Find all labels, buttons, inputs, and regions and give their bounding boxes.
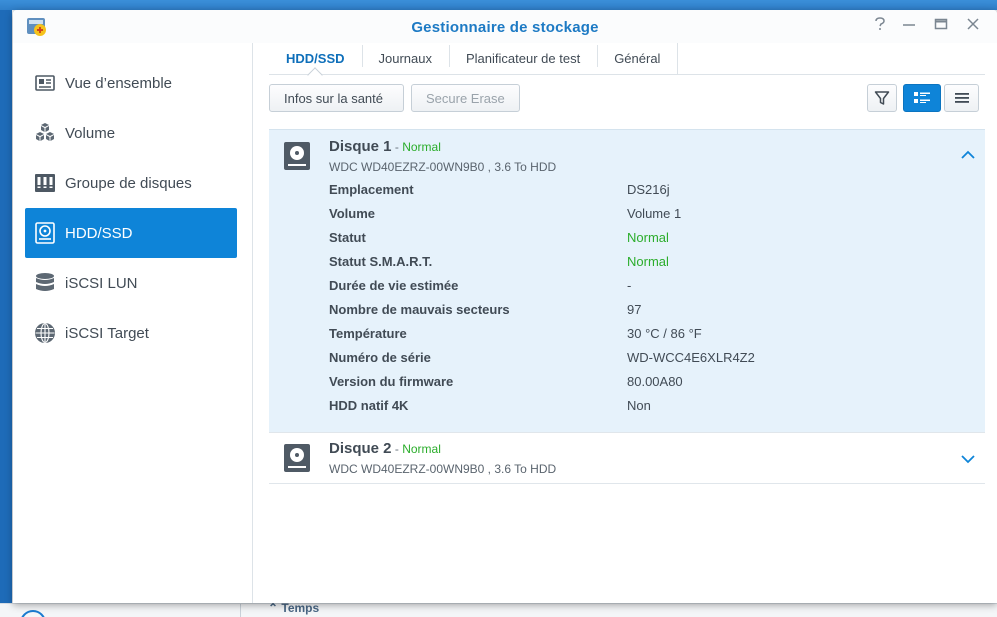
tab-test-scheduler[interactable]: Planificateur de test — [449, 43, 597, 74]
disk-1-name: Disque 1 - Normal — [329, 138, 441, 155]
health-info-button[interactable]: Infos sur la santé — [269, 84, 404, 112]
hdd-icon — [284, 142, 310, 170]
minimize-button[interactable] — [899, 17, 919, 37]
detail-row: Volume Volume 1 — [329, 206, 969, 226]
background-window-strip: ⌃ Temps — [0, 601, 997, 617]
chevron-up-icon[interactable] — [961, 150, 975, 160]
detail-value: DS216j — [627, 182, 670, 197]
disk-group-icon — [34, 172, 56, 194]
disk-name-text: Disque 2 — [329, 440, 392, 457]
tab-bar: HDD/SSD Journaux Planificateur de test G… — [269, 43, 985, 75]
hdd-icon — [34, 222, 56, 244]
sidebar-item-label: Vue d’ensemble — [65, 74, 173, 92]
detail-value: Volume 1 — [627, 206, 682, 221]
sidebar-item-overview[interactable]: Vue d’ensemble — [25, 58, 237, 108]
separator: - — [391, 140, 403, 154]
detail-key: Durée de vie estimée — [329, 278, 459, 293]
filter-icon — [874, 91, 890, 105]
detail-key: Statut S.M.A.R.T. — [329, 254, 433, 269]
overview-icon — [34, 72, 56, 94]
disk-2-model: WDC WD40EZRZ-00WN9B0 , 3.6 To HDD — [329, 462, 557, 476]
main-content: HDD/SSD Journaux Planificateur de test G… — [254, 43, 997, 603]
detail-key: Statut — [329, 230, 366, 245]
disk-1-model: WDC WD40EZRZ-00WN9B0 , 3.6 To HDD — [329, 160, 557, 174]
detail-key: Température — [329, 326, 407, 341]
desktop-background — [0, 0, 997, 10]
detail-key: Numéro de série — [329, 350, 431, 365]
secure-erase-button[interactable]: Secure Erase — [411, 84, 520, 112]
detail-key: HDD natif 4K — [329, 398, 409, 413]
detail-key: Volume — [329, 206, 375, 221]
list-view-button[interactable] — [944, 84, 979, 112]
detail-value: - — [627, 278, 632, 293]
detail-value: Non — [627, 398, 651, 413]
detail-row: HDD natif 4K Non — [329, 398, 969, 418]
disk-name-text: Disque 1 — [329, 138, 392, 155]
disk-status: Normal — [402, 442, 441, 456]
background-partial-text: ⌃ Temps — [268, 601, 320, 615]
detail-row: Statut S.M.A.R.T. Normal — [329, 254, 969, 274]
sidebar-item-label: Volume — [65, 124, 116, 142]
detail-row: Numéro de série WD-WCC4E6XLR4Z2 — [329, 350, 969, 370]
globe-icon — [34, 322, 56, 344]
detail-value: 30 °C / 86 °F — [627, 326, 702, 341]
storage-manager-window: Gestionnaire de stockage Vue d’ensemble … — [13, 10, 997, 603]
detail-value: 80.00A80 — [627, 374, 683, 389]
sidebar-item-label: HDD/SSD — [65, 224, 133, 242]
sidebar-item-disk-group[interactable]: Groupe de disques — [25, 158, 237, 208]
window-title: Gestionnaire de stockage — [411, 19, 599, 36]
chevron-down-icon[interactable] — [961, 454, 975, 464]
disk-1-panel[interactable]: Disque 1 - Normal WDC WD40EZRZ-00WN9B0 ,… — [269, 129, 985, 432]
detail-view-button[interactable] — [903, 84, 941, 112]
sidebar-item-hdd-ssd[interactable]: HDD/SSD — [25, 208, 237, 258]
detail-row: Nombre de mauvais secteurs 97 — [329, 302, 969, 322]
sidebar-item-label: iSCSI Target — [65, 324, 149, 342]
detail-value: Normal — [627, 254, 669, 269]
detail-list-icon — [914, 92, 930, 103]
detail-row: Emplacement DS216j — [329, 182, 969, 202]
disk-status: Normal — [402, 140, 441, 154]
detail-value: 97 — [627, 302, 642, 317]
close-button[interactable] — [963, 17, 983, 37]
detail-row: Durée de vie estimée - — [329, 278, 969, 298]
maximize-icon — [934, 18, 948, 30]
detail-value: WD-WCC4E6XLR4Z2 — [627, 350, 755, 365]
title-bar[interactable]: Gestionnaire de stockage — [13, 10, 997, 43]
close-icon — [967, 18, 979, 30]
disk-2-panel[interactable]: Disque 2 - Normal WDC WD40EZRZ-00WN9B0 ,… — [269, 432, 985, 484]
sidebar-item-label: Groupe de disques — [65, 174, 192, 192]
detail-row: Température 30 °C / 86 °F — [329, 326, 969, 346]
desktop-background-left — [0, 10, 12, 617]
tab-general[interactable]: Général — [597, 43, 679, 74]
toolbar: Infos sur la santé Secure Erase — [269, 84, 985, 114]
detail-key: Emplacement — [329, 182, 414, 197]
help-button[interactable] — [870, 17, 890, 37]
sidebar-item-label: iSCSI LUN — [65, 274, 138, 292]
separator: - — [391, 442, 403, 456]
filter-button[interactable] — [867, 84, 897, 112]
minimize-icon — [903, 24, 915, 26]
database-icon — [34, 272, 56, 294]
list-icon — [954, 93, 969, 103]
help-icon — [875, 17, 885, 30]
tab-hdd-ssd[interactable]: HDD/SSD — [269, 43, 362, 74]
detail-key: Version du firmware — [329, 374, 454, 389]
background-divider — [240, 604, 241, 617]
detail-row: Version du firmware 80.00A80 — [329, 374, 969, 394]
disk-2-name: Disque 2 - Normal — [329, 440, 441, 457]
sidebar-item-iscsi-target[interactable]: iSCSI Target — [25, 308, 237, 358]
tab-logs[interactable]: Journaux — [361, 43, 449, 74]
hdd-icon — [284, 444, 310, 472]
volume-cubes-icon — [34, 122, 56, 144]
detail-key: Nombre de mauvais secteurs — [329, 302, 510, 317]
sidebar-item-iscsi-lun[interactable]: iSCSI LUN — [25, 258, 237, 308]
background-circle-icon — [20, 610, 46, 617]
sidebar-item-volume[interactable]: Volume — [25, 108, 237, 158]
maximize-button[interactable] — [931, 17, 951, 37]
detail-value: Normal — [627, 230, 669, 245]
sidebar: Vue d’ensemble Volume Groupe de disques … — [13, 43, 253, 603]
detail-row: Statut Normal — [329, 230, 969, 250]
